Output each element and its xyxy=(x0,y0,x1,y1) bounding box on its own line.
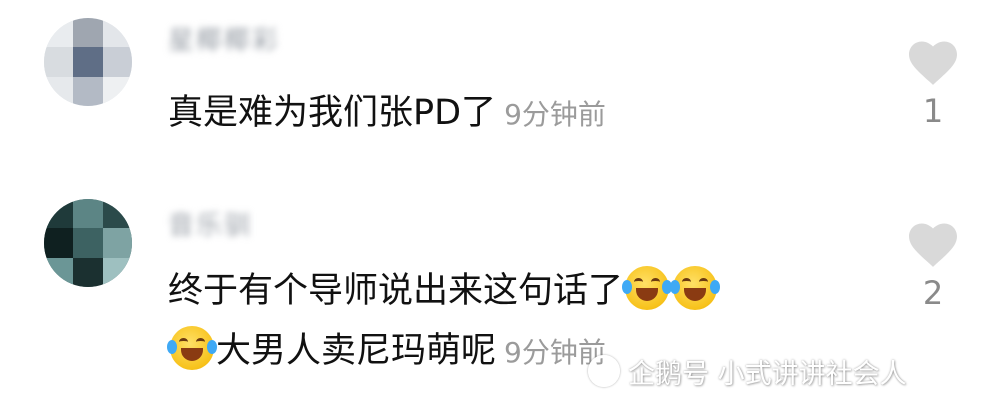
watermark-text: 企鹅号 小式讲讲社会人 xyxy=(628,359,907,390)
watermark: 企鹅号 小式讲讲社会人 xyxy=(588,352,907,391)
like-button[interactable]: 2 xyxy=(906,220,960,312)
heart-icon xyxy=(909,223,957,267)
avatar[interactable] xyxy=(44,18,132,106)
penguin-logo-icon xyxy=(588,355,620,387)
like-button[interactable]: 1 xyxy=(906,38,960,130)
comment-body-line2: 大男人卖尼玛萌呢 xyxy=(216,331,497,371)
laughing-crying-emoji-icon xyxy=(167,326,217,370)
like-count: 2 xyxy=(922,274,944,312)
avatar[interactable] xyxy=(44,199,132,287)
username[interactable]: 音乐驯 xyxy=(168,205,252,242)
username[interactable]: 星椰椰彩 xyxy=(168,20,280,57)
comment-body-line1: 终于有个导师说出来这句话了 xyxy=(168,271,624,311)
like-count: 1 xyxy=(922,92,944,130)
laughing-crying-emoji-icon xyxy=(670,266,721,310)
comment-text: 真是难为我们张PD了 9分钟前 xyxy=(168,88,606,140)
laughing-crying-emoji-icon xyxy=(622,266,673,310)
comment-text: 终于有个导师说出来这句话了 xyxy=(168,266,721,316)
comment-text-line2: 大男人卖尼玛萌呢 9分钟前 xyxy=(167,326,606,378)
comment-body: 真是难为我们张PD了 xyxy=(168,93,497,133)
timestamp: 9分钟前 xyxy=(504,98,606,131)
heart-icon xyxy=(909,41,957,85)
